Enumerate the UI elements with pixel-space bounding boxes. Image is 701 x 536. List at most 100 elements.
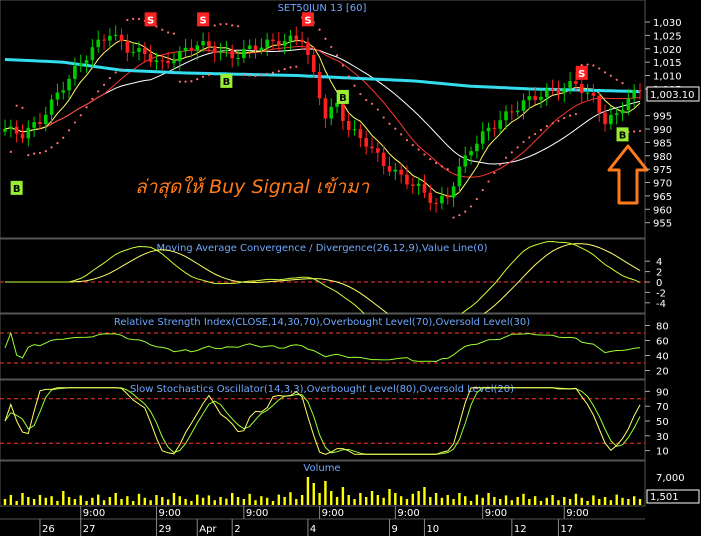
candle-body <box>189 47 194 51</box>
sar-dot <box>568 114 572 117</box>
candle-body <box>405 174 409 185</box>
candle-body <box>119 34 124 42</box>
candle-body <box>556 88 561 93</box>
sar-dot <box>347 75 350 78</box>
volume-bar <box>32 499 36 505</box>
candle-body <box>533 96 537 100</box>
candle-body <box>381 152 386 167</box>
sar-dot <box>196 78 199 81</box>
sell-signal-label: S <box>199 15 206 26</box>
sar-dot <box>231 24 234 27</box>
sar-dot <box>178 80 181 83</box>
candle-body <box>440 195 444 204</box>
sar-dot <box>592 64 595 67</box>
sar-dot <box>534 132 537 136</box>
sar-dot <box>522 140 525 144</box>
candle-body <box>492 127 497 129</box>
candle-body <box>201 41 205 46</box>
candle-body <box>603 112 607 125</box>
sar-dot <box>289 66 292 69</box>
volume-bar <box>21 493 24 505</box>
candle-body <box>434 202 438 204</box>
sar-dot <box>44 149 47 153</box>
sar-dot <box>236 25 240 28</box>
volume-bar <box>196 494 199 505</box>
price-tick-label: 970 <box>653 179 672 190</box>
price-tick-label: 985 <box>653 138 672 149</box>
candle-body <box>597 95 602 113</box>
volume-bar <box>609 500 613 505</box>
volume-bar <box>207 495 211 505</box>
candle-body <box>207 41 211 47</box>
osc-tick-label: -2 <box>656 288 666 299</box>
volume-bar <box>341 487 345 505</box>
volume-bar <box>370 491 374 505</box>
price-tick-label: 965 <box>653 192 672 203</box>
volume-bar <box>201 497 205 505</box>
date-label: 4 <box>310 524 316 535</box>
candle-body <box>38 122 42 124</box>
candle-body <box>626 98 631 111</box>
volume-bar <box>254 500 257 505</box>
buy-signal-label: B <box>13 184 21 195</box>
volume-tick-label: 7,000 <box>656 473 685 484</box>
volume-bar <box>516 497 519 505</box>
osc-tick-label: 2 <box>656 268 662 279</box>
candle-body <box>294 35 299 40</box>
osc-tick-label: 40 <box>656 352 669 363</box>
volume-bar <box>627 499 630 505</box>
candle-body <box>475 143 479 152</box>
sar-dot <box>248 74 251 77</box>
candle-body <box>300 39 304 43</box>
volume-bar <box>236 497 240 505</box>
volume-bar <box>178 496 181 505</box>
candle-body <box>247 45 252 50</box>
sar-dot <box>184 80 187 83</box>
sar-dot <box>370 102 374 105</box>
candle-body <box>253 45 258 51</box>
volume-bar <box>265 497 269 505</box>
stochastic-axis: 90 70 50 30 10 <box>645 387 669 458</box>
candle-body <box>376 148 380 153</box>
sar-dot <box>324 37 327 40</box>
candle-body <box>166 60 170 64</box>
candle-body <box>457 166 462 187</box>
sar-dot <box>435 161 438 165</box>
candle-body <box>358 129 363 139</box>
sar-dot <box>365 98 368 102</box>
sar-dot <box>242 73 245 77</box>
candle-body <box>212 46 217 54</box>
sar-dot <box>330 45 333 49</box>
sar-dot <box>318 28 321 31</box>
candle-body <box>323 98 328 119</box>
sar-dot <box>56 142 59 145</box>
date-label: 29 <box>158 524 171 535</box>
volume-bar <box>481 497 484 505</box>
rsi-pane: Relative Strength Index(CLOSE,14,30,70),… <box>0 313 646 380</box>
rsi-title: Relative Strength Index(CLOSE,14,30,70),… <box>114 317 530 328</box>
sar-dot <box>283 67 286 71</box>
candle-body <box>387 166 392 172</box>
candle-body <box>463 155 468 167</box>
volume-bar <box>324 481 327 505</box>
candle-body <box>614 113 619 116</box>
time-label: 9:00 <box>566 508 588 519</box>
candle-body <box>230 49 235 59</box>
candle-body <box>428 192 433 203</box>
sar-dot <box>615 78 618 81</box>
price-tick-label: 980 <box>653 152 672 163</box>
sar-dot <box>15 104 18 107</box>
sar-dot <box>429 158 432 161</box>
volume-bar <box>56 501 59 505</box>
sar-dot <box>382 116 385 119</box>
sar-dot <box>481 188 484 192</box>
osc-tick-label: 0 <box>656 278 662 289</box>
volume-bar <box>91 497 94 505</box>
candle-body <box>498 120 502 129</box>
volume-bar <box>271 501 275 505</box>
sar-dot <box>452 216 455 219</box>
sar-dot <box>91 97 94 100</box>
candle-body <box>329 106 334 119</box>
sar-dot <box>400 133 403 136</box>
sar-dot <box>353 84 356 87</box>
